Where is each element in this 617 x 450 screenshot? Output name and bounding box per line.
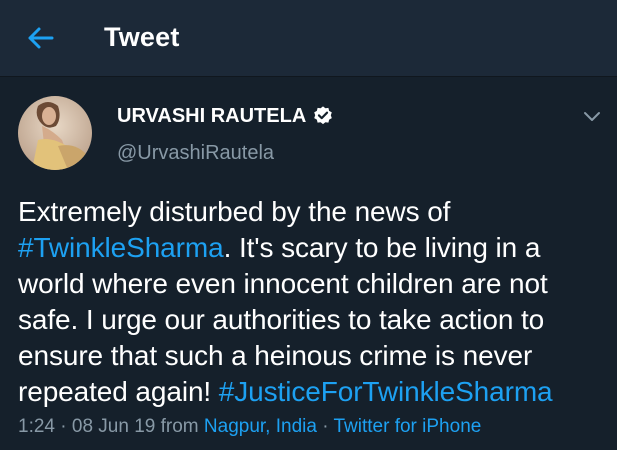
- chevron-down-icon: [584, 112, 600, 121]
- page-title: Tweet: [104, 22, 180, 52]
- author-handle[interactable]: @UrvashiRautela: [117, 140, 274, 166]
- back-button[interactable]: [22, 22, 58, 54]
- tweet-time: 1:24: [18, 416, 55, 437]
- tweet-date: 08 Jun 19: [71, 416, 156, 437]
- tweet-menu-button[interactable]: [578, 104, 606, 130]
- tweet-text-part: Extremely disturbed by the news of: [18, 196, 451, 227]
- tweet-metadata: 1:24 · 08 Jun 19 from Nagpur, India · Tw…: [18, 414, 481, 440]
- location-link[interactable]: Nagpur, India: [204, 416, 317, 437]
- top-bar: Tweet: [0, 0, 617, 77]
- profile-photo: [18, 96, 92, 170]
- avatar[interactable]: [18, 96, 92, 170]
- author-name: URVASHI RAUTELA: [117, 105, 307, 127]
- tweet-body: Extremely disturbed by the news of #Twin…: [18, 194, 608, 410]
- source-link[interactable]: Twitter for iPhone: [333, 416, 481, 437]
- verified-badge-icon: [314, 106, 333, 125]
- author-name-row[interactable]: URVASHI RAUTELA: [117, 103, 334, 129]
- separator: ·: [54, 416, 72, 437]
- hashtag-link[interactable]: #JusticeForTwinkleSharma: [219, 376, 553, 407]
- separator: ·: [316, 416, 334, 437]
- arrow-left-icon: [28, 27, 54, 49]
- from-text: from: [155, 416, 204, 437]
- hashtag-link[interactable]: #TwinkleSharma: [18, 232, 224, 263]
